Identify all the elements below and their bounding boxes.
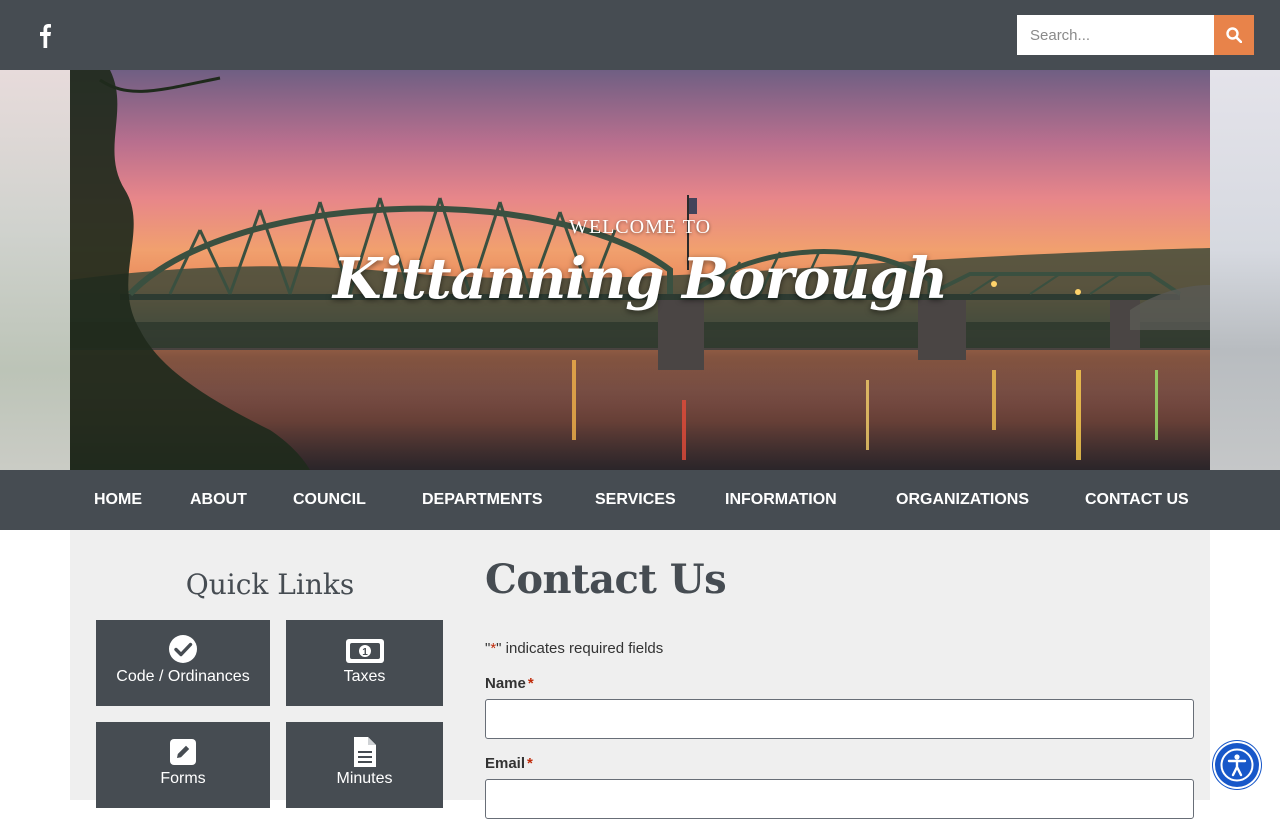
- nav-item-home[interactable]: HOME: [94, 470, 142, 530]
- hero-side-right: [1210, 70, 1280, 470]
- top-bar: [0, 0, 1280, 70]
- hero-side-left: [0, 70, 70, 470]
- money-bill-icon: 1: [286, 634, 443, 666]
- email-label-text: Email: [485, 755, 526, 772]
- main-nav: HOME ABOUT COUNCIL DEPARTMENTS SERVICES …: [0, 470, 1280, 530]
- nav-item-council[interactable]: COUNCIL: [293, 470, 366, 530]
- nav-item-departments[interactable]: DEPARTMENTS: [422, 470, 543, 530]
- nav-item-contact-us[interactable]: CONTACT US: [1085, 470, 1189, 530]
- quick-link-label: Minutes: [336, 770, 393, 787]
- document-icon: [286, 736, 443, 768]
- hero-welcome: WELCOME TO: [568, 216, 712, 238]
- quick-link-label: Code / Ordinances: [116, 668, 250, 685]
- quick-link-label: Taxes: [343, 668, 386, 685]
- nav-item-information[interactable]: INFORMATION: [725, 470, 837, 530]
- search-button[interactable]: [1214, 15, 1254, 55]
- edit-icon: [96, 736, 270, 768]
- name-field[interactable]: [485, 699, 1194, 739]
- name-label: Name *: [485, 675, 534, 692]
- name-required-mark: *: [527, 675, 534, 692]
- hero-banner: WELCOME TO Kittanning Borough: [0, 70, 1280, 470]
- nav-item-organizations[interactable]: ORGANIZATIONS: [896, 470, 1029, 530]
- svg-text:1: 1: [362, 647, 368, 658]
- nav-item-about[interactable]: ABOUT: [190, 470, 247, 530]
- email-field[interactable]: [485, 779, 1194, 819]
- search-icon: [1226, 27, 1242, 43]
- email-label: Email *: [485, 755, 533, 772]
- quick-link-forms[interactable]: Forms: [96, 722, 270, 808]
- quick-link-label: Forms: [160, 770, 206, 787]
- name-label-text: Name: [485, 675, 526, 692]
- content-area: Quick Links Code / Ordinances 1 Taxes Fo…: [70, 530, 1210, 819]
- required-note-suffix: " indicates required fields: [496, 640, 664, 657]
- quick-links-title: Quick Links: [185, 568, 355, 601]
- quick-link-code-ordinances[interactable]: Code / Ordinances: [96, 620, 270, 706]
- hero-title: Kittanning Borough: [332, 246, 948, 312]
- required-fields-note: "*" indicates required fields: [485, 640, 663, 657]
- facebook-icon[interactable]: [36, 22, 56, 48]
- search-input[interactable]: [1017, 15, 1214, 55]
- hero-image: WELCOME TO Kittanning Borough: [70, 70, 1210, 470]
- nav-item-services[interactable]: SERVICES: [595, 470, 676, 530]
- page-title: Contact Us: [485, 556, 727, 603]
- quick-link-taxes[interactable]: 1 Taxes: [286, 620, 443, 706]
- email-required-mark: *: [527, 755, 533, 772]
- check-circle-icon: [96, 634, 270, 666]
- quick-link-minutes[interactable]: Minutes: [286, 722, 443, 808]
- accessibility-icon: [1220, 748, 1254, 782]
- accessibility-button[interactable]: [1215, 743, 1259, 787]
